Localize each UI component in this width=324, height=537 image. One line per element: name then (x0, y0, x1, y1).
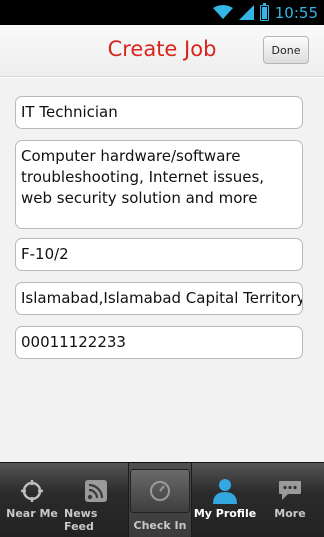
tab-more[interactable]: More (258, 463, 322, 537)
tab-my-profile[interactable]: My Profile (192, 463, 258, 537)
status-bar: 10:55 (0, 0, 324, 25)
battery-icon (259, 2, 269, 21)
chat-bubble-icon (279, 481, 301, 500)
crosshair-icon (21, 480, 43, 502)
job-description-field[interactable]: Computer hardware/software troubleshooti… (15, 140, 303, 229)
tab-check-in[interactable]: Check In (128, 463, 192, 537)
bottom-tab-bar: Near Me News Feed Check In My Profile Mo… (0, 462, 324, 537)
tab-near-me[interactable]: Near Me (0, 463, 64, 537)
sector-field[interactable]: F-10/2 (15, 238, 303, 271)
person-icon (213, 479, 237, 504)
signal-icon (238, 5, 254, 20)
create-job-form: IT Technician Computer hardware/software… (0, 78, 324, 462)
tab-label: Check In (133, 519, 187, 532)
tab-label: More (274, 507, 306, 520)
tab-label: My Profile (193, 507, 257, 520)
job-title-field[interactable]: IT Technician (15, 96, 303, 129)
city-field[interactable]: Islamabad,Islamabad Capital Territory (15, 282, 303, 315)
rss-icon (85, 480, 107, 502)
tab-news-feed[interactable]: News Feed (64, 463, 128, 537)
compass-icon (150, 481, 170, 501)
phone-field[interactable]: 00011122233 (15, 326, 303, 359)
wifi-icon (212, 5, 233, 19)
tab-label: Near Me (6, 507, 58, 520)
tab-label: News Feed (64, 507, 98, 533)
done-button[interactable]: Done (263, 36, 309, 64)
status-time: 10:55 (274, 3, 318, 22)
header: Create Job Done (0, 25, 324, 77)
